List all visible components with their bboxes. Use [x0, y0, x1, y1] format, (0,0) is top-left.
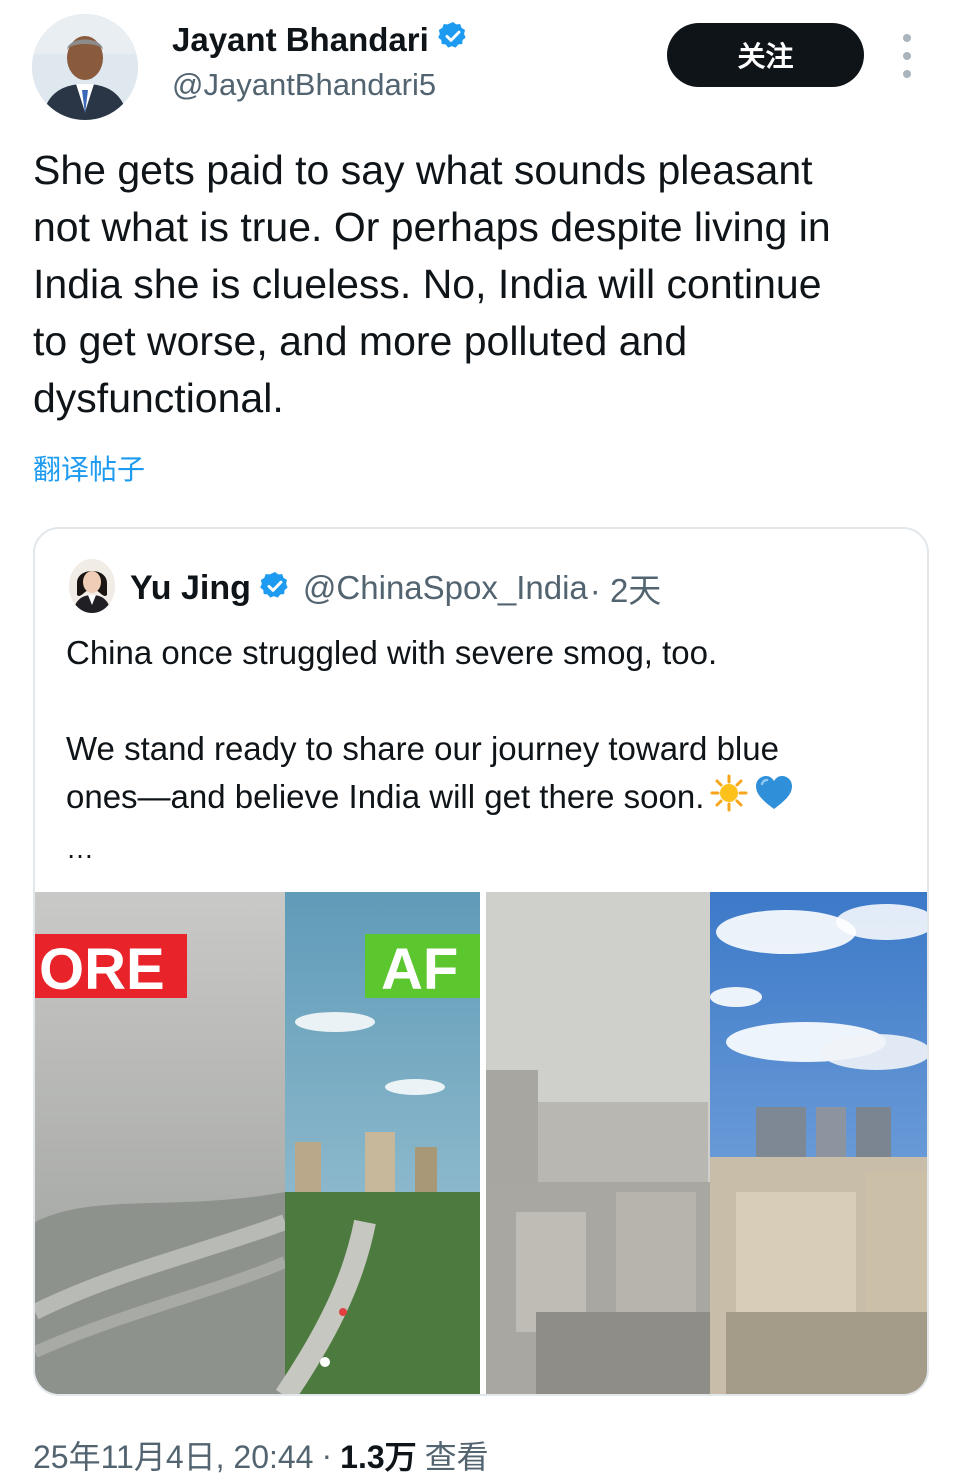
tweet-detail-view: Jayant Bhandari @JayantBhandari5 关注 She … [0, 0, 960, 1482]
show-more-ellipsis[interactable]: … [66, 825, 906, 873]
tweet-text: She gets paid to say what sounds pleasan… [33, 147, 831, 421]
quote-blank-line [66, 677, 906, 725]
quote-text-line: ones—and believe India will get there so… [66, 778, 705, 815]
author-avatar[interactable] [32, 14, 138, 120]
before-label: ORE [39, 937, 165, 1002]
verified-badge-icon [437, 20, 469, 60]
quote-timestamp[interactable]: · 2天 [590, 564, 662, 612]
after-label: AF [381, 937, 458, 1002]
views-label[interactable]: 查看 [425, 1432, 489, 1478]
before-after-buildings-photo[interactable] [486, 892, 927, 1394]
quote-media-grid: ORE AF [35, 892, 927, 1394]
quoted-tweet-card[interactable]: Yu Jing @ChinaSpox_India · 2天 China once… [33, 527, 929, 1396]
blue-heart-emoji [754, 774, 794, 825]
more-vertical-icon[interactable] [896, 34, 918, 78]
quote-author-handle[interactable]: @ChinaSpox_India [303, 569, 588, 607]
follow-button[interactable]: 关注 [667, 23, 864, 87]
author-name-text: Jayant Bhandari [172, 21, 429, 58]
before-after-highway-photo[interactable]: ORE AF [35, 892, 480, 1394]
verified-badge-icon [259, 570, 291, 607]
quote-text-line: We stand ready to share our journey towa… [66, 730, 779, 767]
quote-author-name[interactable]: Yu Jing [130, 569, 251, 608]
translate-post-link[interactable]: 翻译帖子 [33, 448, 145, 488]
quote-header: Yu Jing @ChinaSpox_India · 2天 [130, 564, 661, 612]
tweet-meta-footer: 25年11月4日, 20:44 · 1.3万 查看 [33, 1432, 489, 1478]
author-name[interactable]: Jayant Bhandari [172, 20, 469, 60]
meta-separator: · [321, 1436, 333, 1473]
sun-emoji [710, 774, 748, 825]
quote-text: China once struggled with severe smog, t… [66, 629, 906, 873]
post-timestamp[interactable]: 25年11月4日, 20:44 [33, 1432, 313, 1478]
quote-text-line: China once struggled with severe smog, t… [66, 634, 718, 671]
author-handle[interactable]: @JayantBhandari5 [172, 67, 436, 103]
quote-text-line-with-emoji: ones—and believe India will get there so… [66, 773, 906, 825]
view-count[interactable]: 1.3万 [340, 1432, 417, 1478]
quote-author-avatar[interactable] [69, 559, 115, 613]
